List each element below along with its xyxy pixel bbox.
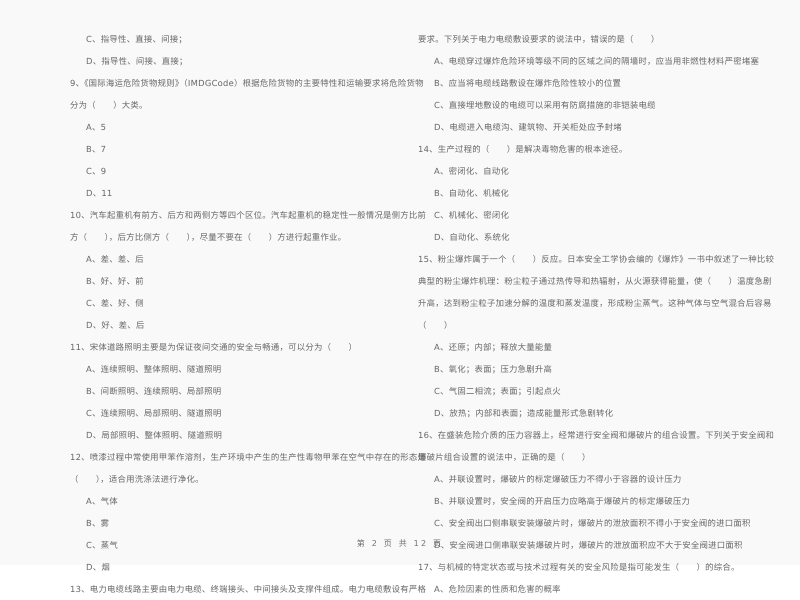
question-block: 17、与机械的特定状态或与技术过程有关的安全风险是指可能发生（ ）的综合。 A、危… <box>418 556 752 600</box>
answer-option: D、局部照明、整体照明、隧道照明 <box>86 430 223 440</box>
answer-option: B、并联设置时，安全阀的开启压力应略高于爆破片的标定爆破压力 <box>434 496 691 506</box>
question-stem-line: （ ） <box>418 320 453 330</box>
question-stem-line: 分为（ ）大类。 <box>70 100 148 110</box>
question-block: 16、在盛装危险介质的压力容器上，经常进行安全阀和爆破片的组合设置。下列关于安全… <box>418 424 775 556</box>
answer-option: A、连续照明、整体照明、隧道照明 <box>86 364 222 374</box>
question-block: 10、汽车起重机有前方、后方和两侧方等四个区位。汽车起重机的稳定性一般情况是侧方… <box>70 204 427 336</box>
question-stem-line: 典型的粉尘爆炸机理：粉尘粒子通过热传导和热辐射，从火源获得能量，使（ ）温度急剧 <box>418 276 772 286</box>
question-stem-line: 12、喷漆过程中常使用甲苯作溶剂，生产环境中产生的生产性毒物甲苯在空气中存在的形… <box>70 452 427 462</box>
question-stem-line: 16、在盛装危险介质的压力容器上，经常进行安全阀和爆破片的组合设置。下列关于安全… <box>418 430 775 440</box>
question-block: C、指导性、直接、间接； D、指导性、间接、直接； <box>70 28 392 72</box>
left-column-content: C、指导性、直接、间接； D、指导性、间接、直接； 9、《国际海运危险货物规则》（I… <box>70 28 427 600</box>
answer-option: A、并联设置时，爆破片的标定爆破压力不得小于容器的设计压力 <box>434 474 682 484</box>
answer-option: B、好、好、前 <box>86 276 144 286</box>
answer-option: C、直接埋地敷设的电缆可以采用有防腐措施的非铠装电缆 <box>434 100 656 110</box>
question-stem-line: 升高，达到粉尘粒子加速分解的温度和蒸发温度，形成粉尘蒸气。这种气体与空气混合后容… <box>418 298 772 308</box>
question-block: 9、《国际海运危险货物规则》（IMDGCode）根据危险货物的主要特性和运输要求… <box>70 72 424 204</box>
answer-option: B、雾 <box>86 518 110 528</box>
answer-option: B、自动化、机械化 <box>434 188 509 198</box>
answer-option: C、指导性、直接、间接； <box>86 34 187 44</box>
answer-option: A、还原；内部；释放大量能量 <box>434 342 553 352</box>
page-footer: 第 2 页 共 12 页 <box>356 539 444 548</box>
question-block: 15、粉尘爆炸属于一个（ ）反应。日本安全工学协会编的《爆炸》一书中叙述了一种比… <box>418 248 775 424</box>
exam-page: C、指导性、直接、间接； D、指导性、间接、直接； 9、《国际海运危险货物规则》（I… <box>0 0 800 594</box>
answer-option: D、好、差、后 <box>86 320 145 330</box>
question-stem-line: （ ），适合用洗涤法进行净化。 <box>70 474 204 484</box>
question-stem-line: 10、汽车起重机有前方、后方和两侧方等四个区位。汽车起重机的稳定性一般情况是侧方… <box>70 210 427 220</box>
answer-option: A、气体 <box>86 496 118 506</box>
answer-option: B、间断照明、连续照明、局部照明 <box>86 386 222 396</box>
question-stem-line: 9、《国际海运危险货物规则》（IMDGCode）根据危险货物的主要特性和运输要求… <box>70 78 424 88</box>
question-stem-line: 15、粉尘爆炸属于一个（ ）反应。日本安全工学协会编的《爆炸》一书中叙述了一种比… <box>418 254 775 264</box>
question-block: 11、宋体道路照明主要是为保证夜间交通的安全与畅通，可以分为（ ） A、连续照明、… <box>70 336 392 446</box>
answer-option: D、自动化、系统化 <box>434 232 510 242</box>
right-column: 要求。下列关于电力电缆敷设要求的说法中，错误的是（ ） A、电缆穿过爆炸危险环境等… <box>400 28 800 594</box>
question-stem-line: 方（ ），后方比侧方（ ），尽量不要在（ ）方进行起重作业。 <box>70 232 347 242</box>
question-block: 13、电力电缆线路主要由电力电缆、终端接头、中间接头及支撑件组成。电力电缆敷设有… <box>70 578 427 600</box>
answer-option: C、连续照明、局部照明、隧道照明 <box>86 408 222 418</box>
answer-option: C、9 <box>86 166 107 176</box>
answer-option: A、危险因素的性质和危害的概率 <box>434 584 561 594</box>
answer-option: D、指导性、间接、直接； <box>86 56 188 66</box>
answer-option: D、11 <box>86 188 113 198</box>
question-stem-line: 11、宋体道路照明主要是为保证夜间交通的安全与畅通，可以分为（ ） <box>70 342 358 352</box>
answer-option: C、机械化、密闭化 <box>434 210 510 220</box>
question-block: 要求。下列关于电力电缆敷设要求的说法中，错误的是（ ） A、电缆穿过爆炸危险环境等… <box>418 28 760 138</box>
question-stem-line: 要求。下列关于电力电缆敷设要求的说法中，错误的是（ ） <box>418 34 660 44</box>
answer-option: A、5 <box>86 122 107 132</box>
answer-option: D、放热；内部和表面；造成能量形式急剧转化 <box>434 408 614 418</box>
two-column-body: C、指导性、直接、间接； D、指导性、间接、直接； 9、《国际海运危险货物规则》（I… <box>0 28 800 594</box>
answer-option: C、差、好、侧 <box>86 298 144 308</box>
question-stem-line: 17、与机械的特定状态或与技术过程有关的安全风险是指可能发生（ ）的综合。 <box>418 562 740 572</box>
answer-option: A、差、差、后 <box>86 254 144 264</box>
question-stem-line: 14、生产过程的（ ）是解决毒物危害的根本途径。 <box>418 144 628 154</box>
question-block: 14、生产过程的（ ）是解决毒物危害的根本途径。 A、密闭化、自动化 B、自动化、机… <box>418 138 752 248</box>
answer-option: B、7 <box>86 144 107 154</box>
question-stem-line: 13、电力电缆线路主要由电力电缆、终端接头、中间接头及支撑件组成。电力电缆敷设有… <box>70 584 427 594</box>
question-stem-line: 爆破片组合设置的说法中，正确的是（ ） <box>418 452 591 462</box>
question-block: 12、喷漆过程中常使用甲苯作溶剂，生产环境中产生的生产性毒物甲苯在空气中存在的形… <box>70 446 427 578</box>
answer-option: C、气固二相流；表面；引起点火 <box>434 386 561 396</box>
answer-option: A、电缆穿过爆炸危险环境等级不同的区域之间的隔墙时，应当用非燃性材料严密堵塞 <box>434 56 760 66</box>
left-column: C、指导性、直接、间接； D、指导性、间接、直接； 9、《国际海运危险货物规则》（I… <box>0 28 426 594</box>
right-column-content: 要求。下列关于电力电缆敷设要求的说法中，错误的是（ ） A、电缆穿过爆炸危险环境等… <box>418 28 775 600</box>
answer-option: D、电缆进入电缆沟、建筑物、开关柜处应予封堵 <box>434 122 622 132</box>
answer-option: B、应当将电缆线路敷设在爆炸危险性较小的位置 <box>434 78 622 88</box>
answer-option: D、烟 <box>86 562 110 572</box>
answer-option: B、氧化；表面；压力急剧升高 <box>434 364 553 374</box>
answer-option: A、密闭化、自动化 <box>434 166 509 176</box>
answer-option: C、安全阀出口侧串联安装爆破片时，爆破片的泄放面积不得小于安全阀的进口面积 <box>434 518 751 528</box>
